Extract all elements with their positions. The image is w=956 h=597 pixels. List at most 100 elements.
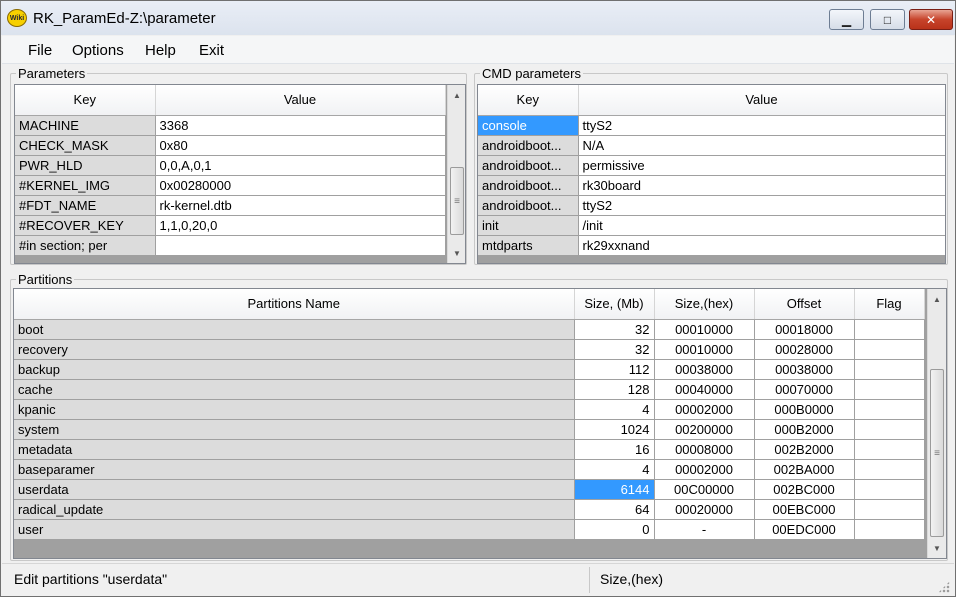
- table-row[interactable]: boot 32 00010000 00018000: [14, 319, 925, 340]
- scroll-down-icon[interactable]: ▼: [448, 245, 465, 261]
- table-row[interactable]: #in section; per: [15, 235, 446, 256]
- partition-size-hex-cell[interactable]: 00010000: [654, 319, 755, 340]
- partitions-size-hex-header[interactable]: Size,(hex): [654, 289, 755, 320]
- cmd-key-cell[interactable]: console: [478, 115, 579, 136]
- partition-flag-cell[interactable]: [854, 339, 925, 360]
- partition-size-mb-cell[interactable]: 1024: [574, 419, 655, 440]
- partition-offset-cell[interactable]: 00018000: [754, 319, 855, 340]
- table-row[interactable]: baseparamer 4 00002000 002BA000: [14, 459, 925, 480]
- partition-name-cell[interactable]: baseparamer: [14, 459, 575, 480]
- table-row[interactable]: system 1024 00200000 000B2000: [14, 419, 925, 440]
- partitions-flag-header[interactable]: Flag: [854, 289, 925, 320]
- cmd-value-cell[interactable]: rk29xxnand: [578, 235, 945, 256]
- partition-size-mb-cell[interactable]: 64: [574, 499, 655, 520]
- title-bar[interactable]: Wiki RK_ParamEd-Z:\parameter ▁ □ ✕: [1, 1, 955, 35]
- cmd-value-header[interactable]: Value: [578, 85, 945, 116]
- partition-size-mb-cell[interactable]: 6144: [574, 479, 655, 500]
- partition-flag-cell[interactable]: [854, 439, 925, 460]
- table-row[interactable]: cache 128 00040000 00070000: [14, 379, 925, 400]
- partitions-size-mb-header[interactable]: Size, (Mb): [574, 289, 655, 320]
- partition-size-hex-cell[interactable]: 00040000: [654, 379, 755, 400]
- parameter-key-cell[interactable]: #RECOVER_KEY: [15, 215, 156, 236]
- close-button[interactable]: ✕: [909, 9, 953, 30]
- parameter-value-cell[interactable]: 3368: [155, 115, 446, 136]
- minimize-button[interactable]: ▁: [829, 9, 864, 30]
- partition-size-hex-cell[interactable]: -: [654, 519, 755, 540]
- parameters-scrollbar[interactable]: ▲ ≡ ▼: [447, 85, 465, 263]
- menu-file[interactable]: File: [26, 42, 54, 59]
- table-row[interactable]: androidboot... rk30board: [478, 175, 945, 196]
- cmd-key-cell[interactable]: init: [478, 215, 579, 236]
- partition-offset-cell[interactable]: 00070000: [754, 379, 855, 400]
- partitions-name-header[interactable]: Partitions Name: [14, 289, 575, 320]
- partition-flag-cell[interactable]: [854, 519, 925, 540]
- table-row[interactable]: MACHINE 3368: [15, 115, 446, 136]
- partition-name-cell[interactable]: user: [14, 519, 575, 540]
- table-row[interactable]: metadata 16 00008000 002B2000: [14, 439, 925, 460]
- partition-size-mb-cell[interactable]: 4: [574, 459, 655, 480]
- partition-size-hex-cell[interactable]: 00002000: [654, 399, 755, 420]
- menu-options[interactable]: Options: [70, 42, 126, 59]
- partition-size-hex-cell[interactable]: 00010000: [654, 339, 755, 360]
- cmd-value-cell[interactable]: /init: [578, 215, 945, 236]
- parameter-value-cell[interactable]: rk-kernel.dtb: [155, 195, 446, 216]
- cmd-key-cell[interactable]: mtdparts: [478, 235, 579, 256]
- parameter-key-cell[interactable]: PWR_HLD: [15, 155, 156, 176]
- partition-name-cell[interactable]: system: [14, 419, 575, 440]
- partition-size-mb-cell[interactable]: 0: [574, 519, 655, 540]
- cmd-key-cell[interactable]: androidboot...: [478, 135, 579, 156]
- cmd-value-cell[interactable]: rk30board: [578, 175, 945, 196]
- partition-flag-cell[interactable]: [854, 479, 925, 500]
- partition-size-hex-cell[interactable]: 00C00000: [654, 479, 755, 500]
- partition-flag-cell[interactable]: [854, 499, 925, 520]
- parameter-key-cell[interactable]: MACHINE: [15, 115, 156, 136]
- partition-offset-cell[interactable]: 00EBC000: [754, 499, 855, 520]
- table-row[interactable]: androidboot... N/A: [478, 135, 945, 156]
- table-row[interactable]: kpanic 4 00002000 000B0000: [14, 399, 925, 420]
- cmd-value-cell[interactable]: permissive: [578, 155, 945, 176]
- partition-flag-cell[interactable]: [854, 319, 925, 340]
- partition-name-cell[interactable]: recovery: [14, 339, 575, 360]
- table-row[interactable]: #FDT_NAME rk-kernel.dtb: [15, 195, 446, 216]
- partition-name-cell[interactable]: kpanic: [14, 399, 575, 420]
- table-row[interactable]: radical_update 64 00020000 00EBC000: [14, 499, 925, 520]
- partition-offset-cell[interactable]: 000B0000: [754, 399, 855, 420]
- partition-offset-cell[interactable]: 00038000: [754, 359, 855, 380]
- partition-name-cell[interactable]: backup: [14, 359, 575, 380]
- table-row[interactable]: #RECOVER_KEY 1,1,0,20,0: [15, 215, 446, 236]
- partition-size-hex-cell[interactable]: 00200000: [654, 419, 755, 440]
- scroll-thumb[interactable]: ≡: [450, 167, 464, 235]
- scroll-up-icon[interactable]: ▲: [928, 291, 946, 307]
- partition-offset-cell[interactable]: 002B2000: [754, 439, 855, 460]
- scroll-down-icon[interactable]: ▼: [928, 540, 946, 556]
- parameter-key-cell[interactable]: #FDT_NAME: [15, 195, 156, 216]
- menu-help[interactable]: Help: [143, 42, 178, 59]
- table-row[interactable]: mtdparts rk29xxnand: [478, 235, 945, 256]
- table-row[interactable]: CHECK_MASK 0x80: [15, 135, 446, 156]
- partition-name-cell[interactable]: userdata: [14, 479, 575, 500]
- scroll-up-icon[interactable]: ▲: [448, 87, 465, 103]
- partition-offset-cell[interactable]: 002BC000: [754, 479, 855, 500]
- partitions-offset-header[interactable]: Offset: [754, 289, 855, 320]
- table-row[interactable]: PWR_HLD 0,0,A,0,1: [15, 155, 446, 176]
- partition-name-cell[interactable]: cache: [14, 379, 575, 400]
- scroll-thumb[interactable]: ≡: [930, 369, 944, 537]
- partitions-scrollbar[interactable]: ▲ ≡ ▼: [927, 289, 946, 558]
- partition-size-mb-cell[interactable]: 16: [574, 439, 655, 460]
- partition-offset-cell[interactable]: 002BA000: [754, 459, 855, 480]
- partition-size-mb-cell[interactable]: 32: [574, 339, 655, 360]
- table-row[interactable]: androidboot... permissive: [478, 155, 945, 176]
- table-row[interactable]: init/init: [478, 215, 945, 236]
- partition-size-hex-cell[interactable]: 00038000: [654, 359, 755, 380]
- parameter-key-cell[interactable]: #KERNEL_IMG: [15, 175, 156, 196]
- cmd-value-cell[interactable]: N/A: [578, 135, 945, 156]
- partition-flag-cell[interactable]: [854, 379, 925, 400]
- table-row[interactable]: userdata 6144 00C00000 002BC000: [14, 479, 925, 500]
- cmd-key-cell[interactable]: androidboot...: [478, 195, 579, 216]
- parameters-key-header[interactable]: Key: [15, 85, 156, 116]
- parameter-key-cell[interactable]: CHECK_MASK: [15, 135, 156, 156]
- partition-name-cell[interactable]: boot: [14, 319, 575, 340]
- cmd-key-cell[interactable]: androidboot...: [478, 155, 579, 176]
- table-row[interactable]: recovery 32 00010000 00028000: [14, 339, 925, 360]
- cmd-key-header[interactable]: Key: [478, 85, 579, 116]
